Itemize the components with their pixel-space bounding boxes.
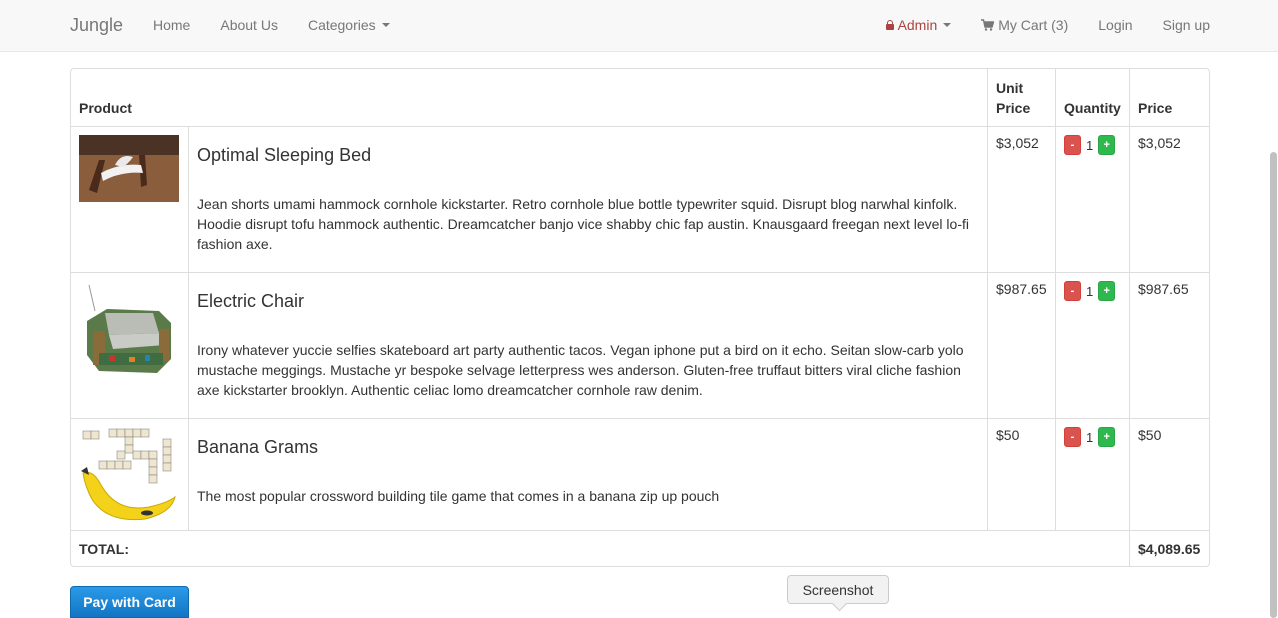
quantity-cell: - 1 + bbox=[1055, 418, 1129, 530]
decrease-quantity-button[interactable]: - bbox=[1064, 427, 1081, 447]
product-image-cell bbox=[71, 126, 188, 272]
table-row: Banana Grams The most popular crossword … bbox=[71, 418, 1209, 530]
nav-left: Home About Us Categories bbox=[153, 17, 420, 33]
nav-cart-link[interactable]: My Cart (3) bbox=[981, 17, 1068, 33]
price-cell: $50 bbox=[1129, 418, 1209, 530]
product-info-cell: Electric Chair Irony whatever yuccie sel… bbox=[188, 272, 987, 418]
cart-icon bbox=[981, 19, 995, 31]
navbar: Jungle Home About Us Categories Admin My… bbox=[0, 0, 1278, 52]
product-description: The most popular crossword building tile… bbox=[197, 488, 720, 504]
nav-home-label: Home bbox=[153, 17, 191, 33]
header-product: Product bbox=[79, 100, 132, 116]
header-unit-price: Unit Price bbox=[987, 69, 1055, 126]
increase-quantity-button[interactable]: + bbox=[1098, 427, 1116, 447]
quantity-stepper: - 1 + bbox=[1064, 135, 1121, 155]
screenshot-tooltip: Screenshot bbox=[787, 575, 889, 604]
price-cell: $3,052 bbox=[1129, 126, 1209, 272]
decrease-quantity-button[interactable]: - bbox=[1064, 281, 1081, 301]
nav-about-label: About Us bbox=[220, 17, 278, 33]
increase-quantity-button[interactable]: + bbox=[1098, 281, 1116, 301]
total-label: TOTAL: bbox=[71, 530, 1129, 566]
page-scrollbar[interactable] bbox=[1270, 52, 1278, 618]
decrease-quantity-button[interactable]: - bbox=[1064, 135, 1081, 155]
product-info-cell: Optimal Sleeping Bed Jean shorts umami h… bbox=[188, 126, 987, 272]
product-description: Jean shorts umami hammock cornhole kicks… bbox=[197, 196, 969, 252]
unit-price-cell: $987.65 bbox=[987, 272, 1055, 418]
product-name[interactable]: Optimal Sleeping Bed bbox=[197, 145, 979, 166]
unit-price-cell: $50 bbox=[987, 418, 1055, 530]
quantity-value: 1 bbox=[1086, 429, 1094, 445]
product-description: Irony whatever yuccie selfies skateboard… bbox=[197, 342, 964, 398]
nav-categories-label: Categories bbox=[307, 17, 376, 33]
cart-table: Product Unit Price Quantity Price Optima… bbox=[70, 68, 1210, 567]
price-cell: $987.65 bbox=[1129, 272, 1209, 418]
product-name[interactable]: Electric Chair bbox=[197, 291, 979, 312]
quantity-stepper: - 1 + bbox=[1064, 427, 1121, 447]
nav-about-link[interactable]: About Us bbox=[220, 17, 278, 33]
lock-icon bbox=[885, 20, 894, 30]
brand-logo[interactable]: Jungle bbox=[70, 15, 123, 36]
product-name[interactable]: Banana Grams bbox=[197, 437, 979, 458]
nav-cart-label: My Cart (3) bbox=[998, 17, 1069, 33]
quantity-stepper: - 1 + bbox=[1064, 281, 1121, 301]
total-value: $4,089.65 bbox=[1129, 530, 1209, 566]
nav-home-link[interactable]: Home bbox=[153, 17, 190, 33]
nav-categories-dropdown[interactable]: Categories bbox=[308, 17, 390, 33]
bed-product-image[interactable] bbox=[79, 135, 179, 202]
nav-admin-dropdown[interactable]: Admin bbox=[885, 17, 952, 33]
product-image-cell bbox=[71, 272, 188, 418]
pay-with-card-button[interactable]: Pay with Card bbox=[70, 586, 189, 618]
increase-quantity-button[interactable]: + bbox=[1098, 135, 1116, 155]
quantity-cell: - 1 + bbox=[1055, 126, 1129, 272]
nav-right: Admin My Cart (3) Login Sign up bbox=[856, 17, 1210, 33]
table-header-row: Product Unit Price Quantity Price bbox=[71, 69, 1209, 126]
header-price: Price bbox=[1129, 69, 1209, 126]
header-quantity: Quantity bbox=[1055, 69, 1129, 126]
quantity-cell: - 1 + bbox=[1055, 272, 1129, 418]
product-info-cell: Banana Grams The most popular crossword … bbox=[188, 418, 987, 530]
table-row: Optimal Sleeping Bed Jean shorts umami h… bbox=[71, 126, 1209, 272]
quantity-value: 1 bbox=[1086, 137, 1094, 153]
quantity-value: 1 bbox=[1086, 283, 1094, 299]
total-row: TOTAL: $4,089.65 bbox=[71, 530, 1209, 566]
banana-grams-product-image[interactable] bbox=[79, 427, 179, 522]
chair-product-image[interactable] bbox=[79, 281, 179, 381]
caret-down-icon bbox=[943, 23, 952, 27]
table-row: Electric Chair Irony whatever yuccie sel… bbox=[71, 272, 1209, 418]
nav-signup-link[interactable]: Sign up bbox=[1163, 17, 1210, 33]
scrollbar-thumb[interactable] bbox=[1270, 152, 1277, 618]
unit-price-cell: $3,052 bbox=[987, 126, 1055, 272]
nav-admin-label: Admin bbox=[897, 17, 938, 33]
product-image-cell bbox=[71, 418, 188, 530]
caret-down-icon bbox=[381, 23, 390, 27]
nav-login-link[interactable]: Login bbox=[1098, 17, 1132, 33]
